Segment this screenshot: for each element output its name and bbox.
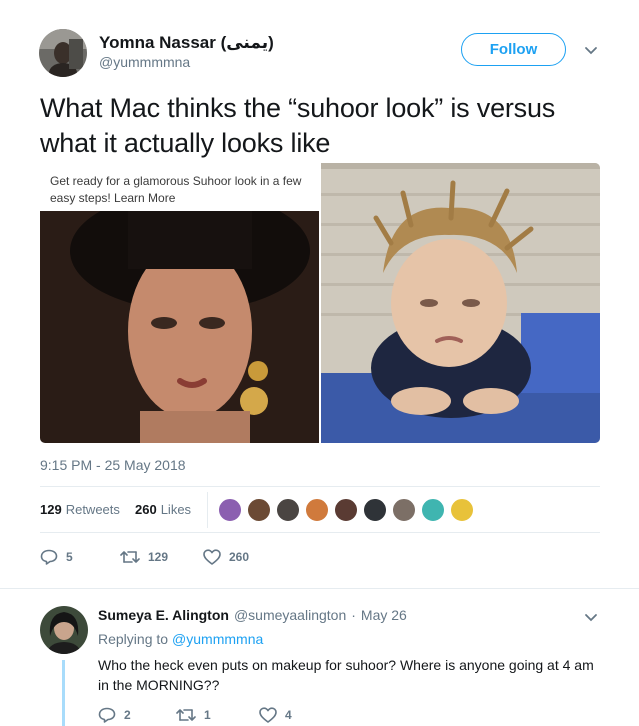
like-icon [203,549,221,565]
thread-line [62,660,65,726]
reply-chevron-down-icon[interactable] [584,610,598,624]
liker-avatar[interactable] [276,498,300,522]
like-icon [259,707,277,723]
section-divider [0,588,639,589]
liker-avatar[interactable] [363,498,387,522]
media-image-left[interactable]: Get ready for a glamorous Suhoor look in… [40,163,319,443]
replying-to-handle[interactable]: @yummmmna [172,631,263,647]
author-name[interactable]: Yomna Nassar (يمنى) [99,33,274,53]
tweet-timestamp[interactable]: 9:15 PM - 25 May 2018 [40,457,186,473]
retweets-stat[interactable]: 129 Retweets [40,502,120,517]
liker-avatar[interactable] [247,498,271,522]
reply-icon [98,707,116,723]
toddler-photo-illustration [321,163,600,443]
retweets-count: 129 [40,502,62,517]
liker-avatar[interactable] [450,498,474,522]
like-count: 260 [229,550,250,564]
reply-header: Sumeya E. Alington @sumeyaalington · May… [98,607,407,623]
divider [40,532,600,533]
reply-count: 5 [66,550,73,564]
like-action[interactable]: 260 [203,549,249,565]
author-handle[interactable]: @yummmmna [99,54,190,70]
liker-avatars [218,498,474,522]
tweet-media[interactable]: Get ready for a glamorous Suhoor look in… [40,163,600,443]
reply-date[interactable]: May 26 [361,607,407,623]
reply-reply-action[interactable]: 2 [98,707,131,723]
media-image-right[interactable] [321,163,600,443]
image-caption: Get ready for a glamorous Suhoor look in… [50,174,302,205]
replying-to-label: Replying to [98,631,169,647]
reply-author-name[interactable]: Sumeya E. Alington [98,607,229,623]
liker-avatar[interactable] [334,498,358,522]
reply-reply-count: 2 [124,708,131,722]
retweet-icon [176,709,196,721]
reply-icon [40,549,58,565]
retweets-label: Retweets [65,502,120,517]
replying-to: Replying to @yummmmna [98,631,263,647]
reply-like-count: 4 [285,708,292,722]
reply-author-avatar[interactable] [40,606,88,654]
retweet-count: 129 [148,550,169,564]
tweet-text: What Mac thinks the “suhoor look” is ver… [40,93,556,158]
retweet-icon [120,551,140,563]
reply-author-handle[interactable]: @sumeyaalington [234,607,346,623]
reply-separator: · [351,607,356,623]
author-avatar[interactable] [39,29,87,77]
likes-stat[interactable]: 260 Likes [135,502,191,517]
liker-avatar[interactable] [305,498,329,522]
liker-avatar[interactable] [392,498,416,522]
likes-label: Likes [160,502,192,517]
makeup-model-illustration [40,211,319,443]
chevron-down-icon[interactable] [584,43,598,57]
follow-button[interactable]: Follow [461,33,566,66]
reply-like-action[interactable]: 4 [259,707,292,723]
reply-text: Who the heck even puts on makeup for suh… [98,657,594,693]
divider [40,486,600,487]
liker-avatar[interactable] [421,498,445,522]
reply-retweet-action[interactable]: 1 [176,707,211,723]
reply-action[interactable]: 5 [40,549,73,565]
likes-count: 260 [135,502,157,517]
retweet-action[interactable]: 129 [120,549,168,565]
liker-avatar[interactable] [218,498,242,522]
reply-retweet-count: 1 [204,708,211,722]
stats-divider [207,492,208,528]
